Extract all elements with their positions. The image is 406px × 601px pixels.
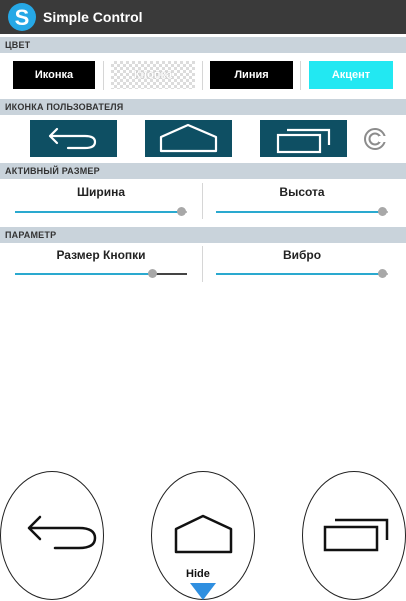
divider (202, 61, 203, 90)
title-bar: S Simple Control (0, 0, 406, 34)
recents-icon (323, 518, 389, 552)
user-icon-home-button[interactable] (145, 120, 232, 157)
divider (202, 246, 203, 282)
width-label: Ширина (76, 185, 126, 199)
nav-recents-button[interactable] (302, 471, 406, 600)
hide-label[interactable]: Hide (186, 568, 210, 580)
section-header-color: ЦВЕТ (0, 37, 406, 53)
width-slider[interactable] (15, 207, 187, 217)
divider (202, 183, 203, 219)
slider-thumb[interactable] (378, 269, 387, 278)
slider-thumb[interactable] (177, 207, 186, 216)
color-button-button[interactable]: Кнопка (111, 61, 195, 89)
color-button-line[interactable]: Линия (210, 61, 293, 89)
home-icon (159, 123, 218, 153)
back-icon (48, 127, 97, 150)
chevron-down-icon[interactable] (190, 583, 216, 600)
refresh-icon[interactable] (362, 126, 388, 152)
section-header-user-icon: ИКОНКА ПОЛЬЗОВАТЕЛЯ (0, 99, 406, 115)
section-header-active-size: АКТИВНЫЙ РАЗМЕР (0, 163, 406, 179)
height-slider[interactable] (216, 207, 388, 217)
vibro-label: Вибро (282, 248, 322, 262)
color-button-icon[interactable]: Иконка (13, 61, 95, 89)
section-header-parameter: ПАРАМЕТР (0, 227, 406, 243)
back-icon (27, 515, 97, 550)
button-size-slider[interactable] (15, 269, 187, 279)
nav-back-button[interactable] (0, 471, 104, 600)
home-icon (174, 514, 233, 554)
vibro-slider[interactable] (216, 269, 388, 279)
color-button-accent[interactable]: Акцент (309, 61, 393, 89)
height-label: Высота (279, 185, 325, 199)
recents-icon (276, 128, 331, 154)
nav-home-button[interactable] (151, 471, 255, 600)
svg-text:S: S (15, 5, 30, 30)
slider-thumb[interactable] (148, 269, 157, 278)
button-size-label: Размер Кнопки (56, 248, 146, 262)
app-title: Simple Control (43, 9, 143, 25)
divider (300, 61, 301, 90)
user-icon-recents-button[interactable] (260, 120, 347, 157)
slider-thumb[interactable] (378, 207, 387, 216)
divider (103, 61, 104, 90)
user-icon-back-button[interactable] (30, 120, 117, 157)
s-logo-icon: S (8, 3, 36, 31)
